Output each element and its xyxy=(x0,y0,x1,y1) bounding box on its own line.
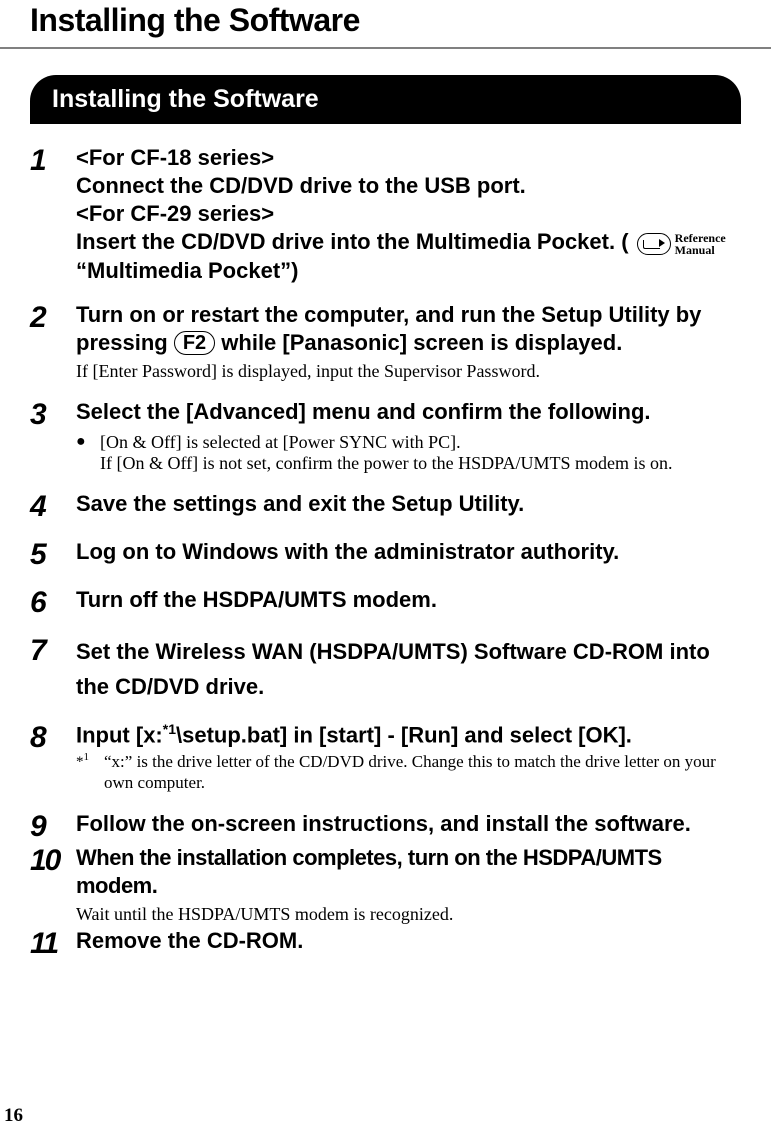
step-head-prefix: Input [x: xyxy=(76,722,163,747)
step-note: If [Enter Password] is displayed, input … xyxy=(76,361,741,382)
bullet-row: ● [On & Off] is selected at [Power SYNC … xyxy=(76,432,741,474)
step-head: When the installation completes, turn on… xyxy=(76,844,741,900)
step-number: 9 xyxy=(30,810,76,842)
step-head-line: <For CF-29 series> xyxy=(76,201,274,226)
footnote-mark: *1 xyxy=(76,751,104,794)
step-head: Remove the CD-ROM. xyxy=(76,927,741,955)
step-number: 2 xyxy=(30,301,76,382)
page-number: 16 xyxy=(4,1105,23,1127)
step-body: Save the settings and exit the Setup Uti… xyxy=(76,490,741,522)
step-head: Turn on or restart the computer, and run… xyxy=(76,301,741,357)
bullet-text: [On & Off] is selected at [Power SYNC wi… xyxy=(100,432,741,474)
reference-manual-label: ReferenceManual xyxy=(675,232,726,256)
steps-list: 1 <For CF-18 series> Connect the CD/DVD … xyxy=(30,144,741,959)
step-body: Follow the on-screen instructions, and i… xyxy=(76,810,741,842)
step-number: 5 xyxy=(30,538,76,570)
step-7: 7 Set the Wireless WAN (HSDPA/UMTS) Soft… xyxy=(30,634,741,704)
horizontal-rule xyxy=(0,47,771,49)
step-10: 10 When the installation completes, turn… xyxy=(30,844,741,925)
bullet-line: [On & Off] is selected at [Power SYNC wi… xyxy=(100,432,461,452)
step-8: 8 Input [x:*1\setup.bat] in [start] - [R… xyxy=(30,721,741,794)
step-number: 10 xyxy=(30,844,76,925)
page-title: Installing the Software xyxy=(30,0,741,47)
step-body: When the installation completes, turn on… xyxy=(76,844,741,925)
step-head: Save the settings and exit the Setup Uti… xyxy=(76,490,741,518)
step-head-line: “Multimedia Pocket”) xyxy=(76,258,298,283)
page: Installing the Software Installing the S… xyxy=(0,0,771,1137)
step-head-line: Insert the CD/DVD drive into the Multime… xyxy=(76,229,629,254)
step-head: Log on to Windows with the administrator… xyxy=(76,538,741,566)
step-1: 1 <For CF-18 series> Connect the CD/DVD … xyxy=(30,144,741,285)
step-head: Select the [Advanced] menu and confirm t… xyxy=(76,398,741,426)
step-body: Turn on or restart the computer, and run… xyxy=(76,301,741,382)
step-head: Set the Wireless WAN (HSDPA/UMTS) Softwa… xyxy=(76,634,741,704)
step-body: <For CF-18 series> Connect the CD/DVD dr… xyxy=(76,144,741,285)
step-head: Follow the on-screen instructions, and i… xyxy=(76,810,741,838)
bullet-icon: ● xyxy=(76,432,100,474)
f2-key-icon: F2 xyxy=(174,331,215,355)
step-2: 2 Turn on or restart the computer, and r… xyxy=(30,301,741,382)
step-6: 6 Turn off the HSDPA/UMTS modem. xyxy=(30,586,741,618)
step-note: Wait until the HSDPA/UMTS modem is recog… xyxy=(76,904,741,925)
step-4: 4 Save the settings and exit the Setup U… xyxy=(30,490,741,522)
step-number: 4 xyxy=(30,490,76,522)
step-11: 11 Remove the CD-ROM. xyxy=(30,927,741,959)
step-head: Input [x:*1\setup.bat] in [start] - [Run… xyxy=(76,721,741,749)
step-body: Input [x:*1\setup.bat] in [start] - [Run… xyxy=(76,721,741,794)
step-number: 8 xyxy=(30,721,76,794)
step-head: <For CF-18 series> Connect the CD/DVD dr… xyxy=(76,144,741,285)
step-number: 6 xyxy=(30,586,76,618)
step-body: Turn off the HSDPA/UMTS modem. xyxy=(76,586,741,618)
footnote-row: *1 “x:” is the drive letter of the CD/DV… xyxy=(76,751,741,794)
step-body: Remove the CD-ROM. xyxy=(76,927,741,959)
step-9: 9 Follow the on-screen instructions, and… xyxy=(30,810,741,842)
reference-manual-badge: ReferenceManual xyxy=(637,232,726,256)
footnote-text: “x:” is the drive letter of the CD/DVD d… xyxy=(104,751,741,794)
step-5: 5 Log on to Windows with the administrat… xyxy=(30,538,741,570)
step-body: Select the [Advanced] menu and confirm t… xyxy=(76,398,741,474)
step-head-line: <For CF-18 series> xyxy=(76,145,274,170)
step-3: 3 Select the [Advanced] menu and confirm… xyxy=(30,398,741,474)
step-body: Set the Wireless WAN (HSDPA/UMTS) Softwa… xyxy=(76,634,741,704)
step-number: 7 xyxy=(30,634,76,704)
step-body: Log on to Windows with the administrator… xyxy=(76,538,741,570)
step-number: 11 xyxy=(30,927,76,959)
step-head-suffix: \setup.bat] in [start] - [Run] and selec… xyxy=(176,722,632,747)
step-head-line: Connect the CD/DVD drive to the USB port… xyxy=(76,173,526,198)
bullet-line: If [On & Off] is not set, confirm the po… xyxy=(100,453,672,473)
footnote-marker: *1 xyxy=(163,721,176,737)
step-head-suffix: while [Panasonic] screen is displayed. xyxy=(221,330,622,355)
hand-pointer-icon xyxy=(637,233,671,255)
section-heading: Installing the Software xyxy=(30,75,741,124)
step-number: 3 xyxy=(30,398,76,474)
step-number: 1 xyxy=(30,144,76,285)
step-head: Turn off the HSDPA/UMTS modem. xyxy=(76,586,741,614)
